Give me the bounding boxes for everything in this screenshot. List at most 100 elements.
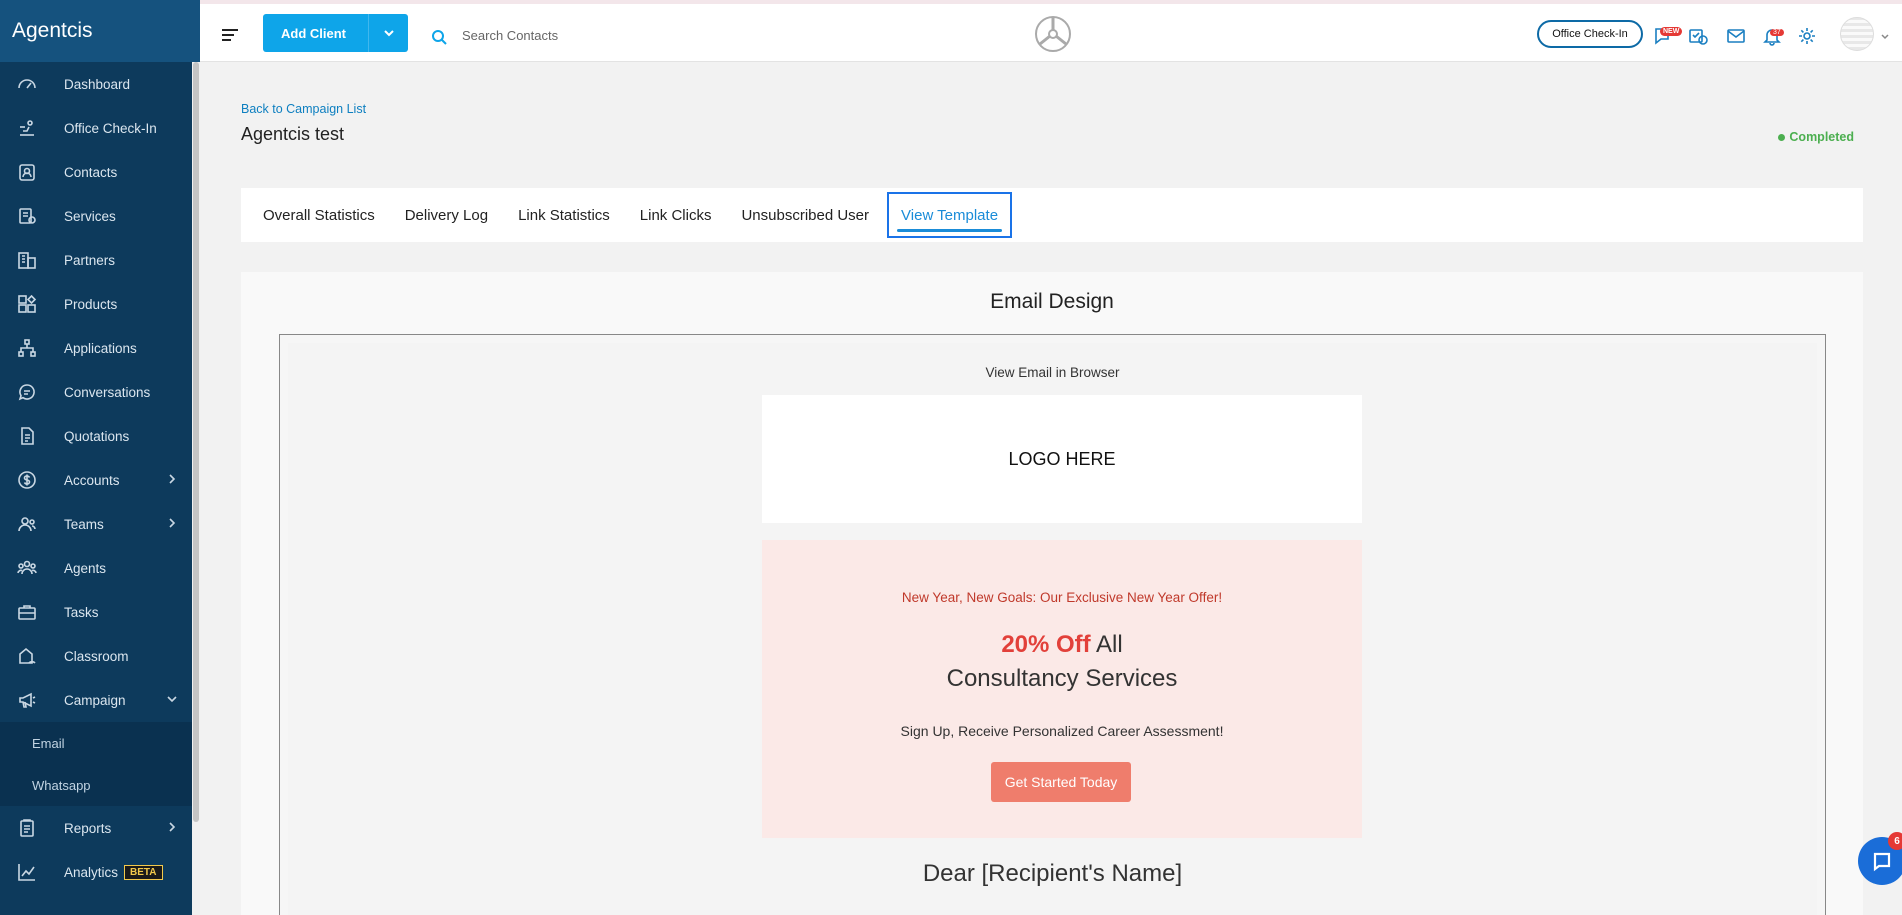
contacts-icon — [16, 162, 38, 182]
sidebar-item-label: Classroom — [64, 648, 129, 664]
sidebar-item-conversations[interactable]: Conversations — [0, 370, 192, 414]
add-client-button[interactable]: Add Client — [263, 14, 408, 52]
logo-placeholder: LOGO HERE — [762, 395, 1362, 523]
sidebar-subitem-whatsapp[interactable]: Whatsapp — [0, 764, 192, 806]
page-title: Agentcis test — [241, 124, 345, 144]
add-client-label: Add Client — [281, 25, 346, 41]
sidebar-item-campaign[interactable]: Campaign — [0, 678, 192, 722]
sidebar-item-label: Applications — [64, 340, 137, 356]
sidebar-item-analytics[interactable]: Analytics BETA — [0, 850, 192, 894]
sidebar-item-applications[interactable]: Applications — [0, 326, 192, 370]
promo-subtext: Sign Up, Receive Personalized Career Ass… — [900, 723, 1224, 739]
get-started-button[interactable]: Get Started Today — [991, 762, 1131, 802]
email-body: View Email in Browser LOGO HERE New Year… — [288, 343, 1817, 915]
back-to-campaign-list-link[interactable]: Back to Campaign List — [241, 102, 366, 116]
view-in-browser-link[interactable]: View Email in Browser — [288, 365, 1817, 380]
accounts-icon — [16, 470, 38, 490]
sidebar-item-label: Dashboard — [64, 76, 131, 92]
chevron-down-icon[interactable] — [1880, 29, 1890, 40]
promo-headline: New Year, New Goals: Our Exclusive New Y… — [901, 590, 1223, 605]
sidebar-item-products[interactable]: Products — [0, 282, 192, 326]
sidebar-item-contacts[interactable]: Contacts — [0, 150, 192, 194]
sidebar-item-label: Office Check-In — [64, 120, 157, 136]
sidebar-item-classroom[interactable]: Classroom — [0, 634, 192, 678]
sidebar-item-label: Conversations — [64, 384, 151, 400]
sidebar-item-label: Tasks — [64, 604, 99, 620]
sidebar-item-office-check-in[interactable]: Office Check-In — [0, 106, 192, 150]
offer-text-line2: Consultancy Services — [946, 665, 1178, 692]
sidebar-scrollbar[interactable] — [192, 62, 200, 915]
status-dot-icon — [1778, 133, 1786, 141]
promo-block: New Year, New Goals: Our Exclusive New Y… — [762, 540, 1362, 838]
sidebar-item-teams[interactable]: Teams — [0, 502, 192, 546]
products-icon — [16, 294, 38, 314]
sidebar-item-label: Products — [64, 296, 118, 312]
search-icon — [431, 29, 447, 45]
office-checkin-button[interactable]: Office Check-In — [1537, 20, 1643, 48]
menu-toggle-icon[interactable] — [222, 29, 238, 44]
promo-offer: 20% Off All Consultancy Services — [762, 628, 1362, 696]
applications-icon — [16, 338, 38, 358]
status-badge: Completed — [1778, 130, 1854, 144]
tasks-icon — [16, 602, 38, 622]
sidebar-nav: Dashboard Office Check-In Contacts Servi… — [0, 62, 192, 894]
offer-text: All — [1096, 631, 1123, 658]
sidebar-item-label: Accounts — [64, 472, 120, 488]
beta-badge: BETA — [124, 864, 163, 880]
sidebar-item-label: Contacts — [64, 164, 118, 180]
partners-icon — [16, 250, 38, 270]
tab-link-statistics[interactable]: Link Statistics — [506, 192, 622, 238]
sidebar-item-partners[interactable]: Partners — [0, 238, 192, 282]
gear-icon[interactable] — [1797, 26, 1819, 48]
sidebar-item-label: Services — [64, 208, 116, 224]
sidebar-item-label: Analytics — [64, 864, 119, 880]
email-design-panel: Email Design View Email in Browser LOGO … — [241, 272, 1863, 915]
services-icon — [16, 206, 38, 226]
chevron-down-icon — [166, 693, 178, 705]
sidebar-item-dashboard[interactable]: Dashboard — [0, 62, 192, 106]
brand-logo[interactable]: Agentcis — [0, 0, 200, 62]
sidebar-item-agents[interactable]: Agents — [0, 546, 192, 590]
sidebar-item-reports[interactable]: Reports — [0, 806, 192, 850]
company-logo-icon — [1035, 16, 1071, 52]
search-input[interactable] — [462, 24, 762, 46]
sidebar-item-accounts[interactable]: Accounts — [0, 458, 192, 502]
status-label: Completed — [1789, 130, 1854, 144]
mail-icon[interactable] — [1726, 26, 1748, 48]
tab-delivery-log[interactable]: Delivery Log — [393, 192, 500, 238]
sidebar-item-label: Teams — [64, 516, 104, 532]
check-in-icon — [16, 118, 38, 138]
chevron-right-icon — [166, 821, 178, 833]
email-preview-frame: View Email in Browser LOGO HERE New Year… — [279, 334, 1826, 915]
campaign-submenu: Email Whatsapp — [0, 722, 192, 806]
tab-link-clicks[interactable]: Link Clicks — [628, 192, 724, 238]
new-badge: NEW — [1660, 27, 1683, 36]
main-content: Back to Campaign List Agentcis test Comp… — [200, 62, 1902, 915]
sidebar-item-services[interactable]: Services — [0, 194, 192, 238]
offer-highlight: 20% Off — [1001, 631, 1091, 658]
campaign-icon — [16, 690, 38, 710]
sidebar-subitem-email[interactable]: Email — [0, 722, 192, 764]
sidebar-item-label: Reports — [64, 820, 112, 836]
reports-icon — [16, 818, 38, 838]
notification-count-badge: 37 — [1770, 29, 1784, 36]
chevron-right-icon — [166, 517, 178, 529]
tab-view-template[interactable]: View Template — [887, 192, 1013, 238]
chevron-down-icon[interactable] — [368, 14, 408, 52]
quotations-icon — [16, 426, 38, 446]
user-avatar[interactable] — [1840, 17, 1874, 51]
section-title: Email Design — [990, 290, 1114, 313]
chat-icon — [1873, 852, 1891, 872]
teams-icon — [16, 514, 38, 534]
tab-overall-statistics[interactable]: Overall Statistics — [251, 192, 387, 238]
scrollbar-thumb[interactable] — [193, 62, 199, 822]
tab-unsubscribed-user[interactable]: Unsubscribed User — [729, 192, 881, 238]
task-check-icon[interactable] — [1688, 26, 1710, 48]
chevron-right-icon — [166, 473, 178, 485]
sidebar-item-tasks[interactable]: Tasks — [0, 590, 192, 634]
chat-unread-badge: 6 — [1888, 832, 1902, 850]
sidebar: Agentcis Dashboard Office Check-In Conta… — [0, 0, 200, 915]
analytics-icon — [16, 862, 38, 882]
sidebar-item-quotations[interactable]: Quotations — [0, 414, 192, 458]
email-greeting: Dear [Recipient's Name] — [922, 860, 1183, 887]
